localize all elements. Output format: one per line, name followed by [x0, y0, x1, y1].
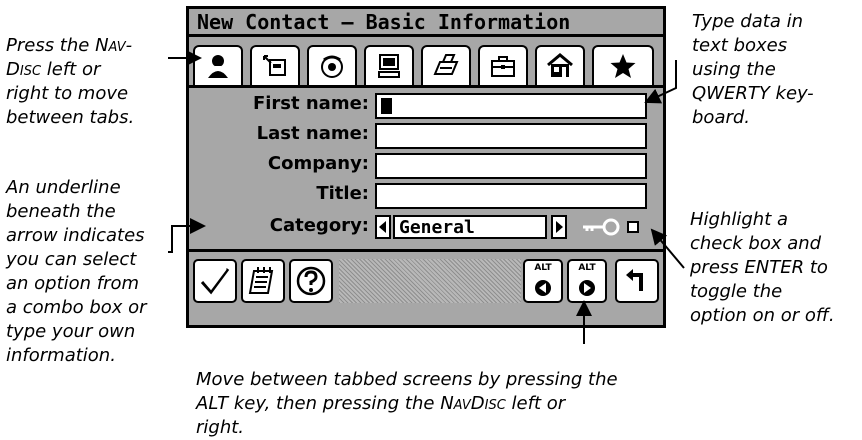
callout-leader-lines: [168, 50, 685, 344]
